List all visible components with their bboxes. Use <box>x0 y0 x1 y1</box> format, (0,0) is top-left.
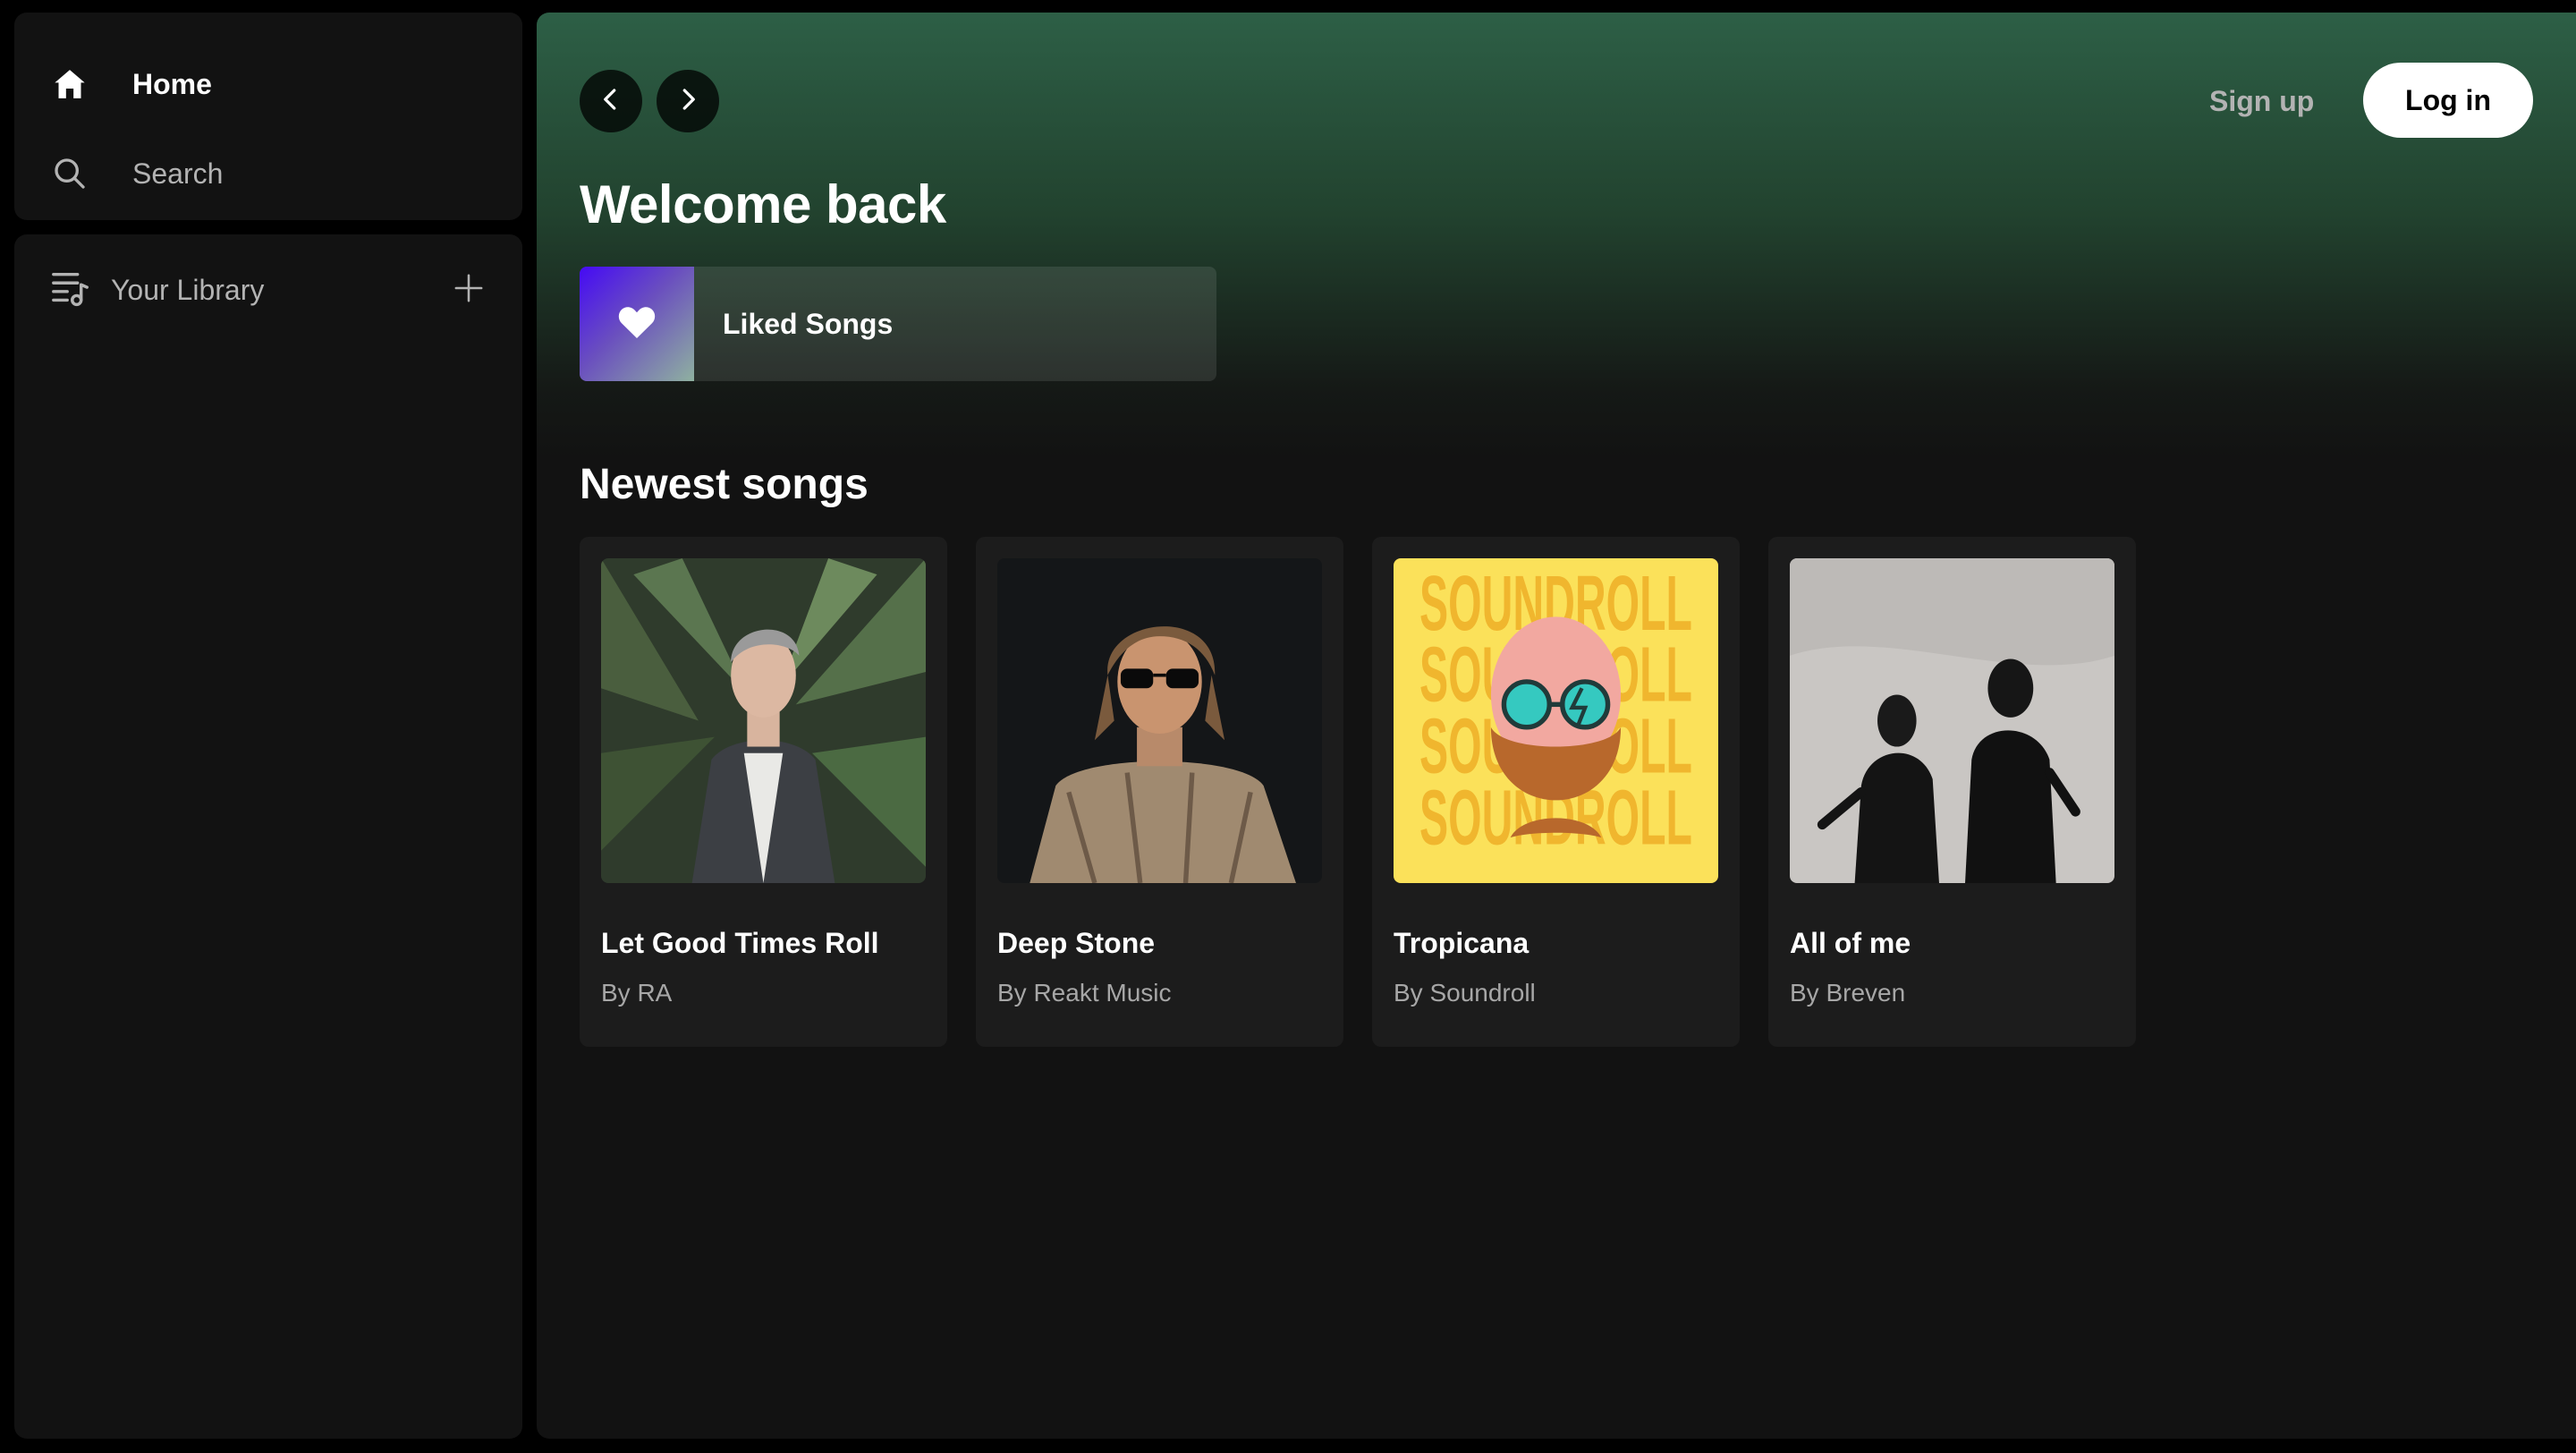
album-cover <box>1790 558 2114 883</box>
login-button[interactable]: Log in <box>2363 63 2533 138</box>
song-card[interactable]: All of me By Breven <box>1768 537 2136 1047</box>
chevron-left-icon <box>597 86 624 117</box>
song-card[interactable]: SOUNDROLL SOUNDROLL SOUNDROLL SOUNDROLL <box>1372 537 1740 1047</box>
sidebar-item-label: Search <box>132 157 224 190</box>
library-label: Your Library <box>111 273 265 306</box>
song-title: Tropicana <box>1394 927 1530 959</box>
forward-button[interactable] <box>657 70 719 132</box>
album-cover: SOUNDROLL SOUNDROLL SOUNDROLL SOUNDROLL <box>1394 558 1718 883</box>
library-icon <box>50 268 91 313</box>
sidebar-item-home[interactable]: Home <box>50 57 212 111</box>
song-title: All of me <box>1790 927 1911 959</box>
search-icon <box>50 154 89 193</box>
liked-songs-card[interactable]: Liked Songs <box>580 267 1216 381</box>
library-panel: Your Library <box>14 234 522 1439</box>
plus-icon <box>453 273 484 308</box>
album-cover <box>997 558 1322 883</box>
song-artist: By RA <box>601 979 673 1007</box>
liked-songs-label: Liked Songs <box>723 307 894 340</box>
song-artist: By Reakt Music <box>997 979 1172 1007</box>
album-cover <box>601 558 926 883</box>
heart-icon <box>615 301 658 348</box>
song-artist: By Breven <box>1790 979 1906 1007</box>
library-button[interactable]: Your Library <box>50 263 264 317</box>
sidebar-item-search[interactable]: Search <box>50 147 223 200</box>
sidebar-nav: Home Search <box>14 13 522 220</box>
song-artist: By Soundroll <box>1394 979 1536 1007</box>
song-title: Deep Stone <box>997 927 1156 959</box>
liked-songs-art <box>580 267 694 381</box>
signup-button[interactable]: Sign up <box>2209 75 2314 127</box>
song-card[interactable]: Deep Stone By Reakt Music <box>976 537 1343 1047</box>
app-window: Home Search Your Library Sign up Log in … <box>0 0 2576 1453</box>
sidebar-item-label: Home <box>132 67 212 100</box>
song-card-list: Let Good Times Roll By RA Deep Stone By … <box>580 537 2136 1047</box>
create-playlist-button[interactable] <box>449 270 488 310</box>
song-title: Let Good Times Roll <box>601 927 879 959</box>
chevron-right-icon <box>674 86 701 117</box>
main-content: Sign up Log in Welcome back Liked Songs … <box>537 13 2576 1439</box>
page-title: Welcome back <box>580 174 946 234</box>
section-title: Newest songs <box>580 461 869 508</box>
home-icon <box>50 64 89 104</box>
song-card[interactable]: Let Good Times Roll By RA <box>580 537 947 1047</box>
back-button[interactable] <box>580 70 642 132</box>
